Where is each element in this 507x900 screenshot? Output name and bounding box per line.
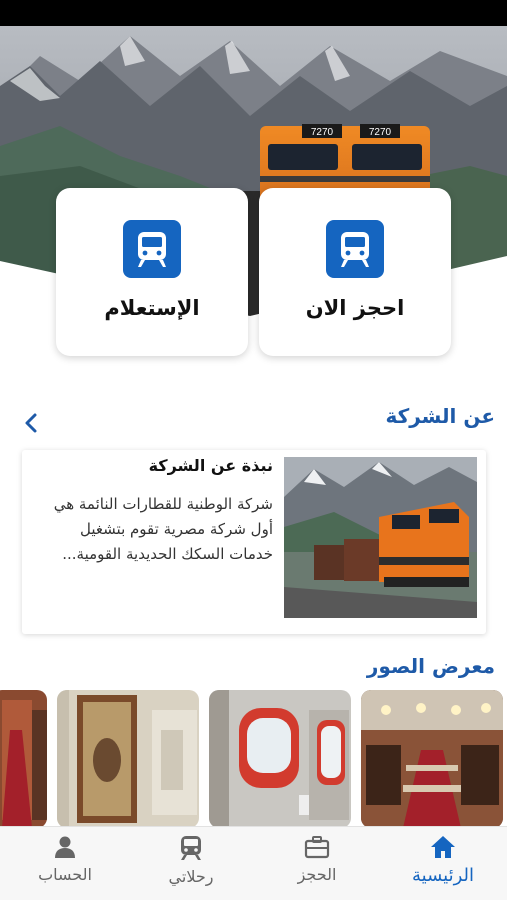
train-photo [284, 457, 477, 618]
nav-booking-label: الحجز [297, 865, 337, 884]
about-card-body: شركة الوطنية للقطارات النائمة هي أول شرك… [53, 495, 273, 563]
gallery-photo[interactable] [209, 690, 351, 828]
about-company-card[interactable]: نبذة عن الشركة شركة الوطنية للقطارات الن… [22, 450, 486, 634]
train-icon [123, 220, 181, 278]
gallery-photo[interactable] [0, 690, 47, 828]
gallery-section-title: معرض الصور [366, 654, 495, 678]
bottom-navigation: الرئيسية الحجز رحلاتي الحساب [0, 826, 507, 900]
about-card-title: نبذة عن الشركة [148, 456, 273, 475]
home-icon [431, 836, 455, 858]
nav-account-label: الحساب [38, 865, 92, 884]
inquiry-button[interactable]: الإستعلام [56, 188, 248, 356]
locomotive-number-left: 7270 [311, 127, 334, 138]
status-bar [0, 0, 507, 26]
photo-gallery [0, 690, 507, 828]
book-now-button[interactable]: احجز الان [259, 188, 451, 356]
person-icon [55, 836, 75, 858]
nav-home-label: الرئيسية [412, 865, 474, 886]
nav-home[interactable]: الرئيسية [388, 835, 498, 895]
chevron-left-icon[interactable] [20, 410, 42, 436]
locomotive-number-right: 7270 [369, 127, 392, 138]
briefcase-icon [304, 836, 330, 859]
train-icon [326, 220, 384, 278]
inquiry-label: الإستعلام [104, 296, 200, 320]
gallery-photo[interactable] [57, 690, 199, 828]
nav-trips[interactable]: رحلاتي [136, 835, 246, 895]
book-now-label: احجز الان [305, 296, 405, 320]
gallery-photo[interactable] [361, 690, 503, 828]
nav-account[interactable]: الحساب [10, 835, 120, 895]
nav-trips-label: رحلاتي [168, 867, 214, 886]
nav-booking[interactable]: الحجز [262, 835, 372, 895]
train-icon [181, 836, 201, 860]
about-section-title: عن الشركة [385, 404, 495, 428]
